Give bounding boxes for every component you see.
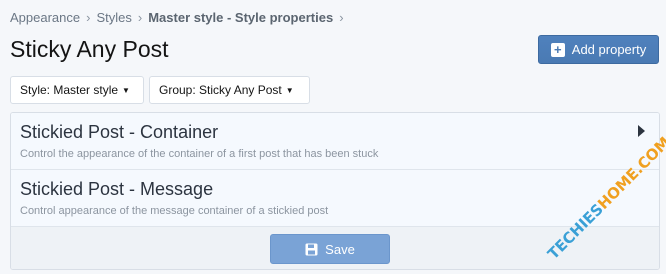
save-icon (305, 243, 318, 255)
chevron-right-icon: › (339, 10, 344, 25)
caret-down-icon: ▼ (285, 85, 294, 95)
property-description: Control the appearance of the container … (20, 148, 379, 160)
style-filter-dropdown[interactable]: Style: Master style ▼ (10, 76, 144, 104)
chevron-right-icon: › (86, 10, 91, 25)
save-button[interactable]: Save (270, 234, 390, 264)
breadcrumb: Appearance › Styles › Master style - Sty… (10, 10, 350, 25)
property-row-container[interactable]: Stickied Post - Container Control the ap… (11, 113, 659, 170)
caret-down-icon: ▼ (122, 85, 130, 95)
style-filter-label: Style: Master style (20, 83, 119, 97)
chevron-right-icon[interactable] (638, 125, 645, 137)
breadcrumb-style-properties[interactable]: Master style - Style properties (148, 10, 333, 25)
chevron-right-icon: › (137, 10, 143, 25)
property-title: Stickied Post - Message (20, 179, 214, 199)
property-title: Stickied Post - Container (20, 122, 219, 142)
save-label: Save (325, 241, 355, 257)
breadcrumb-appearance[interactable]: Appearance (10, 10, 80, 25)
breadcrumb-styles[interactable]: Styles (96, 10, 131, 25)
group-filter-label: Group: Sticky Any Post (159, 83, 282, 97)
property-row-message[interactable]: Stickied Post - Message Control appearan… (11, 170, 659, 227)
add-property-button[interactable]: + Add property (538, 35, 659, 64)
group-filter-dropdown[interactable]: Group: Sticky Any Post ▼ (149, 76, 310, 104)
plus-icon: + (550, 42, 565, 57)
add-property-label: Add property (571, 42, 647, 57)
page-title: Sticky Any Post (10, 36, 169, 62)
property-description: Control appearance of the message contai… (20, 205, 329, 217)
